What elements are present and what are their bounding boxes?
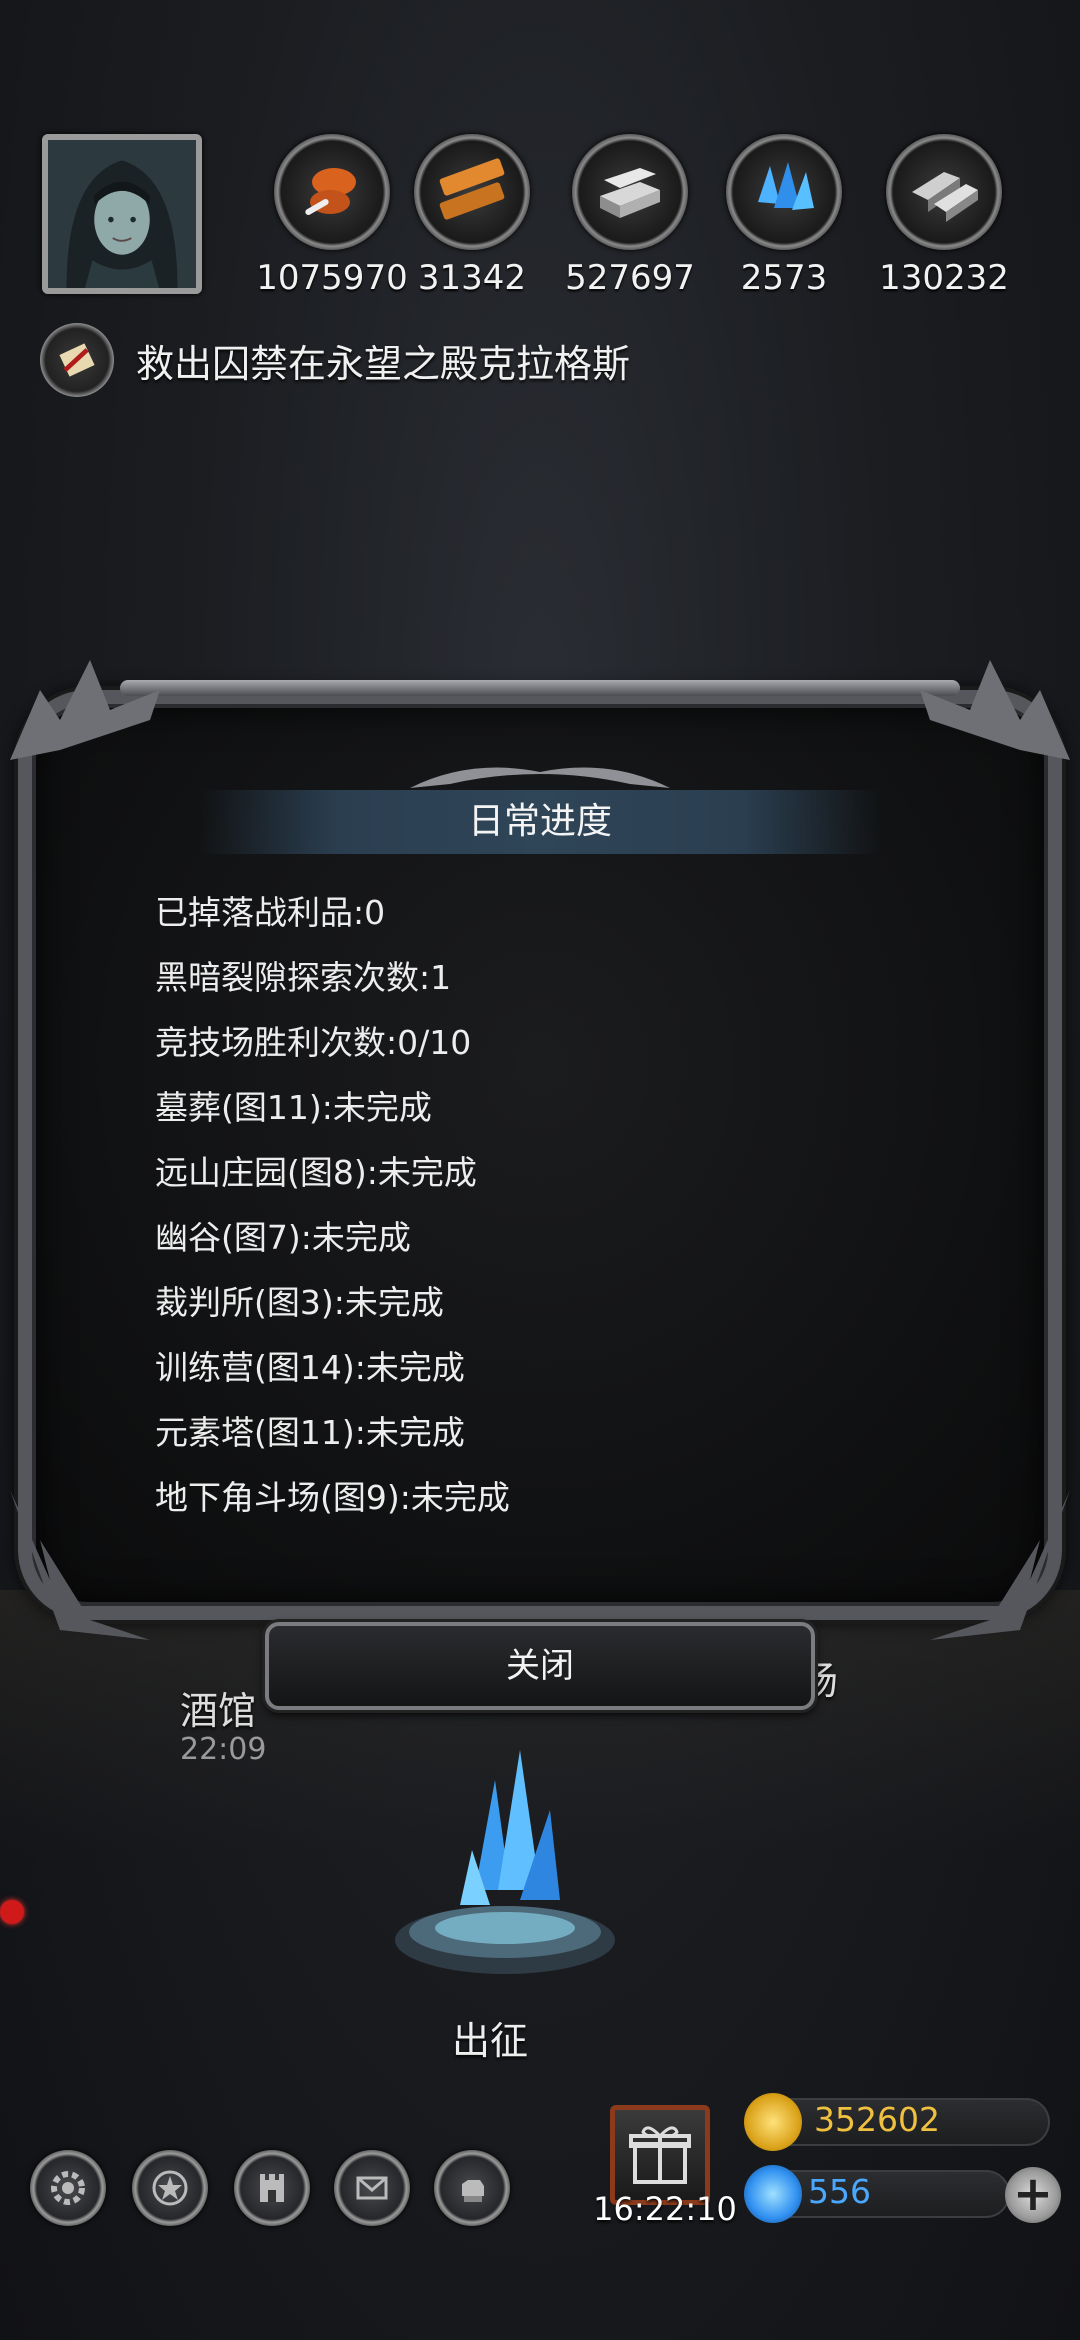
gold-value: 352602 (814, 2100, 940, 2139)
list-item: 训练营(图14):未完成 (155, 1348, 465, 1387)
gold-coins-icon (744, 2093, 802, 2151)
wood-value: 31342 (417, 258, 527, 298)
sortie-crystal-altar[interactable] (380, 1740, 630, 1990)
list-item: 已掉落战利品:0 (155, 893, 386, 932)
resource-wood[interactable]: 31342 (392, 134, 552, 298)
daily-progress-list[interactable]: 已掉落战利品:0 黑暗裂隙探索次数:1 竞技场胜利次数:0/10 墓葬(图11)… (155, 880, 935, 1550)
list-item: 黑暗裂隙探索次数:1 (155, 958, 452, 997)
guild-button[interactable] (234, 2150, 310, 2226)
mail-button[interactable] (334, 2150, 410, 2226)
frame-thorn-right (920, 660, 1070, 760)
list-item: 元素塔(图11):未完成 (155, 1413, 465, 1452)
list-item: 地下角斗场(图9):未完成 (155, 1478, 510, 1517)
quest-text: 救出囚禁在永望之殿克拉格斯 (136, 341, 631, 386)
list-item: 幽谷(图7):未完成 (155, 1218, 411, 1257)
add-gems-button[interactable]: + (1005, 2167, 1061, 2223)
frame-thorn-bottom-right (930, 1490, 1070, 1640)
resource-crystal[interactable]: 2573 (704, 134, 864, 298)
scroll-icon (40, 323, 114, 397)
star-badge-icon (152, 2170, 188, 2206)
dialog-title: 日常进度 (200, 790, 880, 854)
iron-ingot-icon (572, 134, 688, 250)
settings-button[interactable] (30, 2150, 106, 2226)
metal-value: 130232 (879, 258, 1009, 298)
player-portrait[interactable] (42, 134, 202, 294)
list-item: 墓葬(图11):未完成 (155, 1088, 432, 1127)
hooded-hero-avatar (48, 140, 196, 288)
frame-thorn-bottom-left (10, 1490, 150, 1640)
gift-timer: 16:22:10 (593, 2190, 737, 2228)
gauntlet-icon (462, 2180, 484, 2202)
notification-dot (0, 1900, 24, 1924)
tavern-timer: 22:09 (180, 1732, 267, 1767)
sortie-label[interactable]: 出征 (430, 2010, 550, 2065)
list-item: 远山庄园(图8):未完成 (155, 1153, 477, 1192)
gem-value: 556 (808, 2172, 871, 2211)
gem-icon (744, 2165, 802, 2223)
title-ornament (410, 767, 670, 788)
meat-icon (274, 134, 390, 250)
metal-bars-icon (886, 134, 1002, 250)
castle-banner-icon (260, 2174, 284, 2202)
achievements-button[interactable] (132, 2150, 208, 2226)
meat-value: 1075970 (256, 258, 408, 298)
resource-iron[interactable]: 527697 (550, 134, 710, 298)
crystal-icon (726, 134, 842, 250)
close-button[interactable]: 关闭 (265, 1622, 815, 1710)
dialog-frame-top (120, 680, 960, 696)
equipment-button[interactable] (434, 2150, 510, 2226)
tavern-label[interactable]: 酒馆 (180, 1680, 256, 1735)
crystal-value: 2573 (740, 258, 828, 298)
gear-icon (51, 2171, 85, 2205)
resource-meat[interactable]: 1075970 (252, 134, 412, 298)
list-item: 裁判所(图3):未完成 (155, 1283, 444, 1322)
resource-metal[interactable]: 130232 (864, 134, 1024, 298)
iron-value: 527697 (565, 258, 695, 298)
list-item: 竞技场胜利次数:0/10 (155, 1023, 472, 1062)
mail-icon (356, 2176, 388, 2200)
frame-thorn-left (10, 660, 160, 760)
current-quest[interactable]: 救出囚禁在永望之殿克拉格斯 (40, 320, 630, 400)
wood-icon (414, 134, 530, 250)
gift-icon (629, 2126, 691, 2184)
